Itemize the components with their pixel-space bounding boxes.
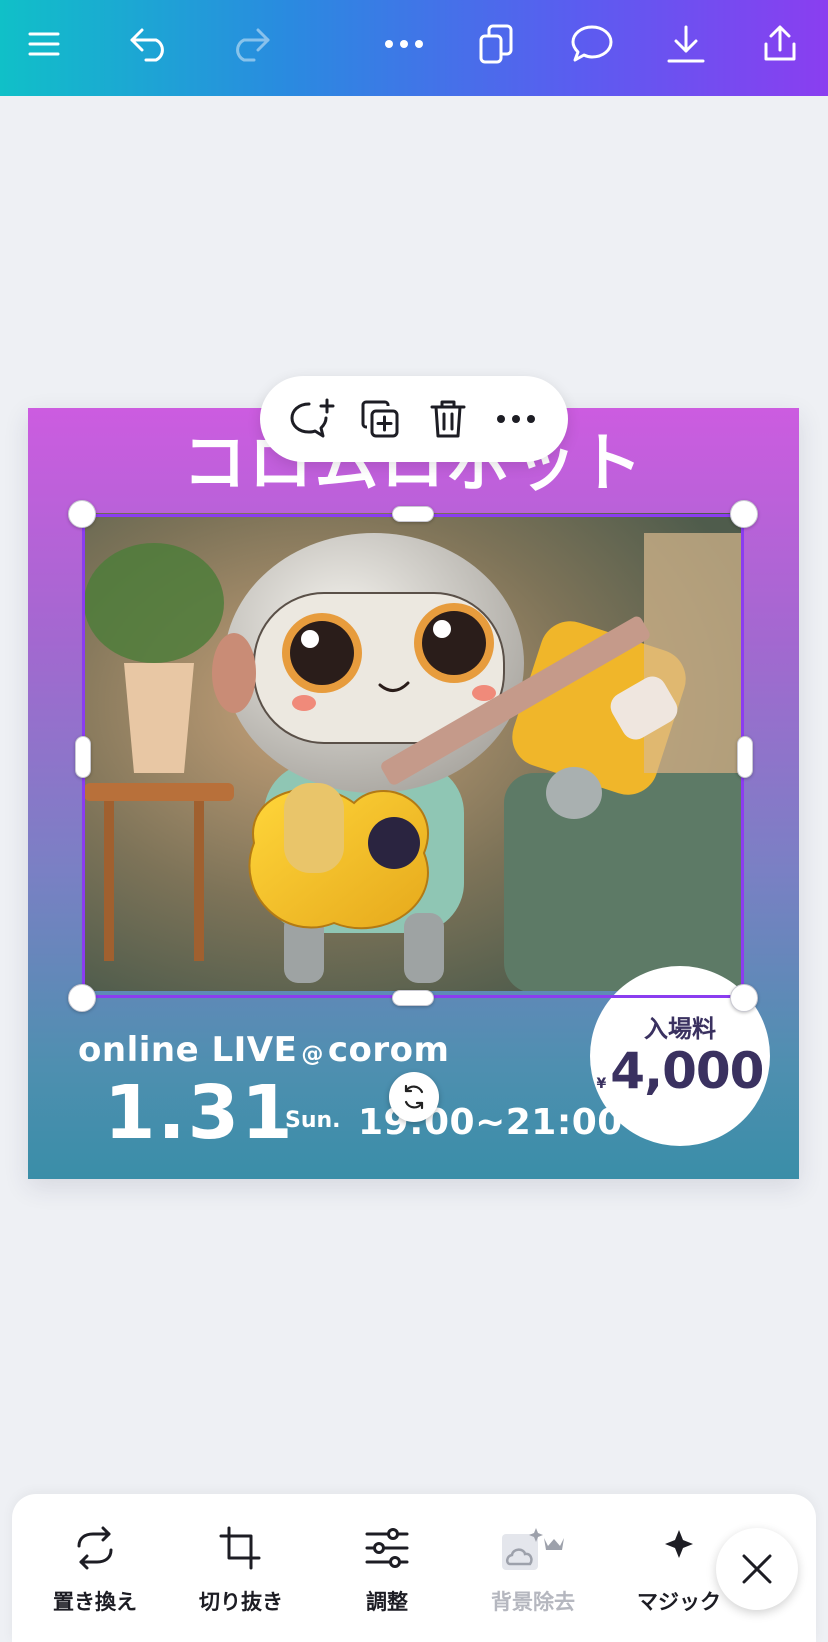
comment-button[interactable]	[558, 14, 626, 74]
resize-handle-top-right[interactable]	[730, 500, 758, 528]
robot-guitar-image[interactable]	[84, 513, 744, 991]
replace-icon	[77, 1526, 113, 1570]
share-button[interactable]	[746, 14, 814, 74]
undo-button[interactable]	[116, 14, 184, 74]
comment-icon	[571, 25, 613, 62]
delete-icon	[430, 400, 466, 438]
resize-handle-bottom[interactable]	[392, 990, 434, 1006]
price-label: 入場料	[644, 1015, 716, 1043]
more-icon	[385, 40, 423, 48]
design-canvas[interactable]: コロムロボット online LIVE @ corom 1.31 Sun. 19…	[28, 408, 799, 1179]
duplicate-button[interactable]	[352, 391, 408, 447]
rotate-icon	[404, 1084, 424, 1110]
menu-button[interactable]	[10, 14, 78, 74]
background-remover-tool[interactable]: 背景除去	[468, 1524, 598, 1624]
replace-label: 置き換え	[53, 1590, 137, 1614]
duplicate-icon	[361, 400, 399, 438]
adjust-tool[interactable]: 調整	[322, 1524, 452, 1624]
resize-handle-bottom-left[interactable]	[68, 984, 96, 1012]
bottom-toolbar: 置き換え 切り抜き 調整 背景除去 マジック	[12, 1494, 816, 1642]
share-icon	[764, 25, 796, 61]
crop-label: 切り抜き	[199, 1590, 283, 1614]
delete-button[interactable]	[420, 391, 476, 447]
crop-icon	[219, 1526, 261, 1570]
event-date[interactable]: 1.31	[104, 1076, 295, 1150]
adjust-label: 調整	[366, 1590, 408, 1614]
robot-photo-illustration	[84, 513, 744, 991]
resize-handle-left[interactable]	[75, 736, 91, 778]
adjust-icon	[365, 1528, 409, 1568]
download-icon	[667, 25, 705, 63]
more-options-button[interactable]	[370, 14, 438, 74]
resize-handle-right[interactable]	[737, 736, 753, 778]
magic-icon	[665, 1530, 693, 1558]
magic-label: マジック	[637, 1590, 721, 1614]
pages-button[interactable]	[462, 14, 530, 74]
venue-text: corom	[327, 1030, 450, 1070]
more-icon	[497, 415, 535, 423]
close-button[interactable]	[716, 1528, 798, 1610]
price-value: 4,000	[610, 1042, 764, 1100]
rotate-handle[interactable]	[389, 1072, 439, 1122]
more-element-options-button[interactable]	[488, 391, 544, 447]
live-text: online LIVE	[78, 1030, 298, 1070]
event-live-line[interactable]: online LIVE @ corom	[78, 1030, 449, 1070]
redo-icon	[236, 28, 270, 62]
background-remover-icon	[502, 1528, 564, 1570]
at-symbol: @	[301, 1042, 324, 1067]
background-remover-label: 背景除去	[491, 1590, 575, 1614]
resize-handle-top-left[interactable]	[68, 500, 96, 528]
close-icon	[742, 1554, 772, 1584]
add-comment-icon	[290, 398, 335, 438]
top-toolbar	[0, 0, 828, 96]
crop-tool[interactable]: 切り抜き	[176, 1524, 306, 1624]
resize-handle-top[interactable]	[392, 506, 434, 522]
replace-tool[interactable]: 置き換え	[30, 1524, 160, 1624]
download-button[interactable]	[652, 14, 720, 74]
element-context-toolbar	[260, 376, 568, 462]
pages-icon	[479, 24, 513, 64]
redo-button[interactable]	[216, 14, 284, 74]
add-comment-button[interactable]	[284, 391, 340, 447]
event-weekday[interactable]: Sun.	[285, 1108, 341, 1133]
undo-icon	[130, 28, 164, 62]
resize-handle-bottom-right[interactable]	[730, 984, 758, 1012]
price-currency: ¥	[596, 1076, 607, 1092]
menu-icon	[28, 32, 60, 56]
